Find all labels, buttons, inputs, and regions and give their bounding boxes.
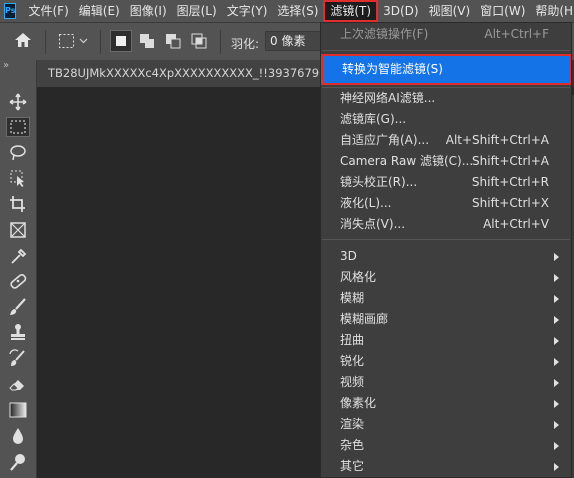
- menu-item-label: 液化(L)...: [340, 196, 392, 210]
- home-icon[interactable]: [14, 32, 32, 51]
- add-selection-icon[interactable]: [138, 32, 156, 53]
- menu-item-adaptive-wide-angle[interactable]: 自适应广角(A)... Alt+Shift+Ctrl+A: [321, 130, 571, 151]
- menu-item-label: 模糊: [340, 291, 365, 305]
- menu-window[interactable]: 窗口(W): [475, 0, 530, 22]
- menu-filter[interactable]: 滤镜(T): [323, 0, 379, 22]
- submenu-arrow-icon: [554, 463, 559, 471]
- intersect-selection-icon[interactable]: [190, 32, 208, 53]
- crop-tool-icon[interactable]: [6, 194, 30, 214]
- menu-item-label: 自适应广角(A)...: [340, 133, 430, 147]
- menu-item-label: 渲染: [340, 417, 365, 431]
- menu-item-label: 消失点(V)...: [340, 217, 406, 231]
- menu-item-label: 转换为智能滤镜(S): [342, 62, 443, 76]
- menu-item-label: 其它: [340, 459, 365, 473]
- menu-bar: Ps 文件(F) 编辑(E) 图像(I) 图层(L) 文字(Y) 选择(S) 滤…: [0, 0, 574, 22]
- document-tab[interactable]: TB28UJMkXXXXXc4XpXXXXXXXXXX_!!393767900.…: [37, 60, 348, 87]
- gradient-tool-icon[interactable]: [6, 400, 30, 420]
- menu-item-pixelate[interactable]: 像素化: [321, 393, 571, 414]
- menu-select[interactable]: 选择(S): [272, 0, 323, 22]
- eraser-tool-icon[interactable]: [6, 374, 30, 394]
- menu-item-label: 神经网络AI滤镜...: [340, 91, 436, 105]
- healing-brush-tool-icon[interactable]: [6, 271, 30, 291]
- submenu-arrow-icon: [554, 337, 559, 345]
- submenu-arrow-icon: [554, 379, 559, 387]
- menu-view[interactable]: 视图(V): [424, 0, 476, 22]
- menu-image[interactable]: 图像(I): [125, 0, 172, 22]
- menu-item-blur[interactable]: 模糊: [321, 288, 571, 309]
- menu-item-stylize[interactable]: 风格化: [321, 267, 571, 288]
- submenu-arrow-icon: [554, 421, 559, 429]
- menu-item-shortcut: Shift+Ctrl+R: [471, 175, 549, 189]
- clone-stamp-tool-icon[interactable]: [6, 322, 30, 342]
- menu-item-sharpen[interactable]: 锐化: [321, 351, 571, 372]
- menu-item-neural-filters[interactable]: 神经网络AI滤镜...: [321, 88, 571, 109]
- menu-item-last-filter: 上次滤镜操作(F) Alt+Ctrl+F: [321, 24, 571, 45]
- tool-panel: »: [0, 60, 37, 478]
- menu-item-render[interactable]: 渲染: [321, 414, 571, 435]
- collapse-icon[interactable]: »: [3, 60, 9, 71]
- menu-item-label: Camera Raw 滤镜(C)...: [340, 154, 474, 168]
- move-tool-icon[interactable]: [6, 92, 30, 112]
- menu-item-blur-gallery[interactable]: 模糊画廊: [321, 309, 571, 330]
- submenu-arrow-icon: [554, 253, 559, 261]
- menu-help[interactable]: 帮助(H): [530, 0, 574, 22]
- menu-item-label: 模糊画廊: [340, 312, 389, 326]
- brush-tool-icon[interactable]: [6, 297, 30, 317]
- menu-item-vanishing-point[interactable]: 消失点(V)... Alt+Ctrl+V: [321, 214, 571, 235]
- menu-item-label: 滤镜库(G)...: [340, 112, 407, 126]
- submenu-arrow-icon: [554, 316, 559, 324]
- menu-item-shortcut: Alt+Ctrl+V: [483, 217, 549, 231]
- menu-item-label: 扭曲: [340, 333, 365, 347]
- history-brush-tool-icon[interactable]: [6, 348, 30, 368]
- menu-item-liquify[interactable]: 液化(L)... Shift+Ctrl+X: [321, 193, 571, 214]
- menu-item-label: 镜头校正(R)...: [340, 175, 418, 189]
- lasso-tool-icon[interactable]: [6, 143, 30, 163]
- menu-file[interactable]: 文件(F): [23, 0, 73, 22]
- feather-label: 羽化:: [231, 37, 260, 51]
- submenu-arrow-icon: [554, 274, 559, 282]
- rectangular-marquee-tool-icon[interactable]: [6, 117, 30, 137]
- feather-input[interactable]: 0 像素: [265, 31, 323, 51]
- menu-item-shortcut: Shift+Ctrl+A: [472, 154, 549, 168]
- menu-item-filter-gallery[interactable]: 滤镜库(G)...: [321, 109, 571, 130]
- submenu-arrow-icon: [554, 400, 559, 408]
- menu-type[interactable]: 文字(Y): [222, 0, 273, 22]
- menu-item-convert-smart-filter[interactable]: 转换为智能滤镜(S): [321, 54, 571, 85]
- menu-item-camera-raw[interactable]: Camera Raw 滤镜(C)... Shift+Ctrl+A: [321, 151, 571, 172]
- menu-item-label: 风格化: [340, 270, 377, 284]
- marquee-preset-icon[interactable]: [58, 33, 90, 52]
- menu-item-shortcut: Shift+Ctrl+X: [472, 196, 549, 210]
- menu-item-video[interactable]: 视频: [321, 372, 571, 393]
- photoshop-logo-icon: Ps: [4, 3, 17, 19]
- menu-item-shortcut: Alt+Shift+Ctrl+A: [445, 133, 549, 147]
- menu-item-label: 上次滤镜操作(F): [340, 27, 429, 41]
- submenu-arrow-icon: [554, 442, 559, 450]
- menu-item-label: 锐化: [340, 354, 365, 368]
- filter-dropdown-menu: 上次滤镜操作(F) Alt+Ctrl+F 转换为智能滤镜(S) 神经网络AI滤镜…: [320, 22, 572, 478]
- menu-item-label: 像素化: [340, 396, 377, 410]
- frame-tool-icon[interactable]: [6, 220, 30, 240]
- object-selection-tool-icon[interactable]: [6, 168, 30, 188]
- submenu-arrow-icon: [554, 358, 559, 366]
- new-selection-icon[interactable]: [110, 30, 132, 52]
- menu-layer[interactable]: 图层(L): [172, 0, 222, 22]
- menu-item-label: 3D: [340, 249, 357, 263]
- menu-item-lens-correction[interactable]: 镜头校正(R)... Shift+Ctrl+R: [321, 172, 571, 193]
- menu-3d[interactable]: 3D(D): [378, 0, 423, 22]
- menu-item-label: 杂色: [340, 438, 365, 452]
- menu-edit[interactable]: 编辑(E): [74, 0, 125, 22]
- submenu-arrow-icon: [554, 295, 559, 303]
- eyedropper-tool-icon[interactable]: [6, 246, 30, 266]
- menu-item-distort[interactable]: 扭曲: [321, 330, 571, 351]
- subtract-selection-icon[interactable]: [164, 32, 182, 53]
- menu-item-shortcut: Alt+Ctrl+F: [484, 27, 549, 41]
- menu-item-noise[interactable]: 杂色: [321, 435, 571, 456]
- menu-item-label: 视频: [340, 375, 365, 389]
- dodge-tool-icon[interactable]: [6, 452, 30, 472]
- menu-item-other[interactable]: 其它: [321, 456, 571, 477]
- blur-tool-icon[interactable]: [6, 426, 30, 446]
- menu-item-3d[interactable]: 3D: [321, 246, 571, 267]
